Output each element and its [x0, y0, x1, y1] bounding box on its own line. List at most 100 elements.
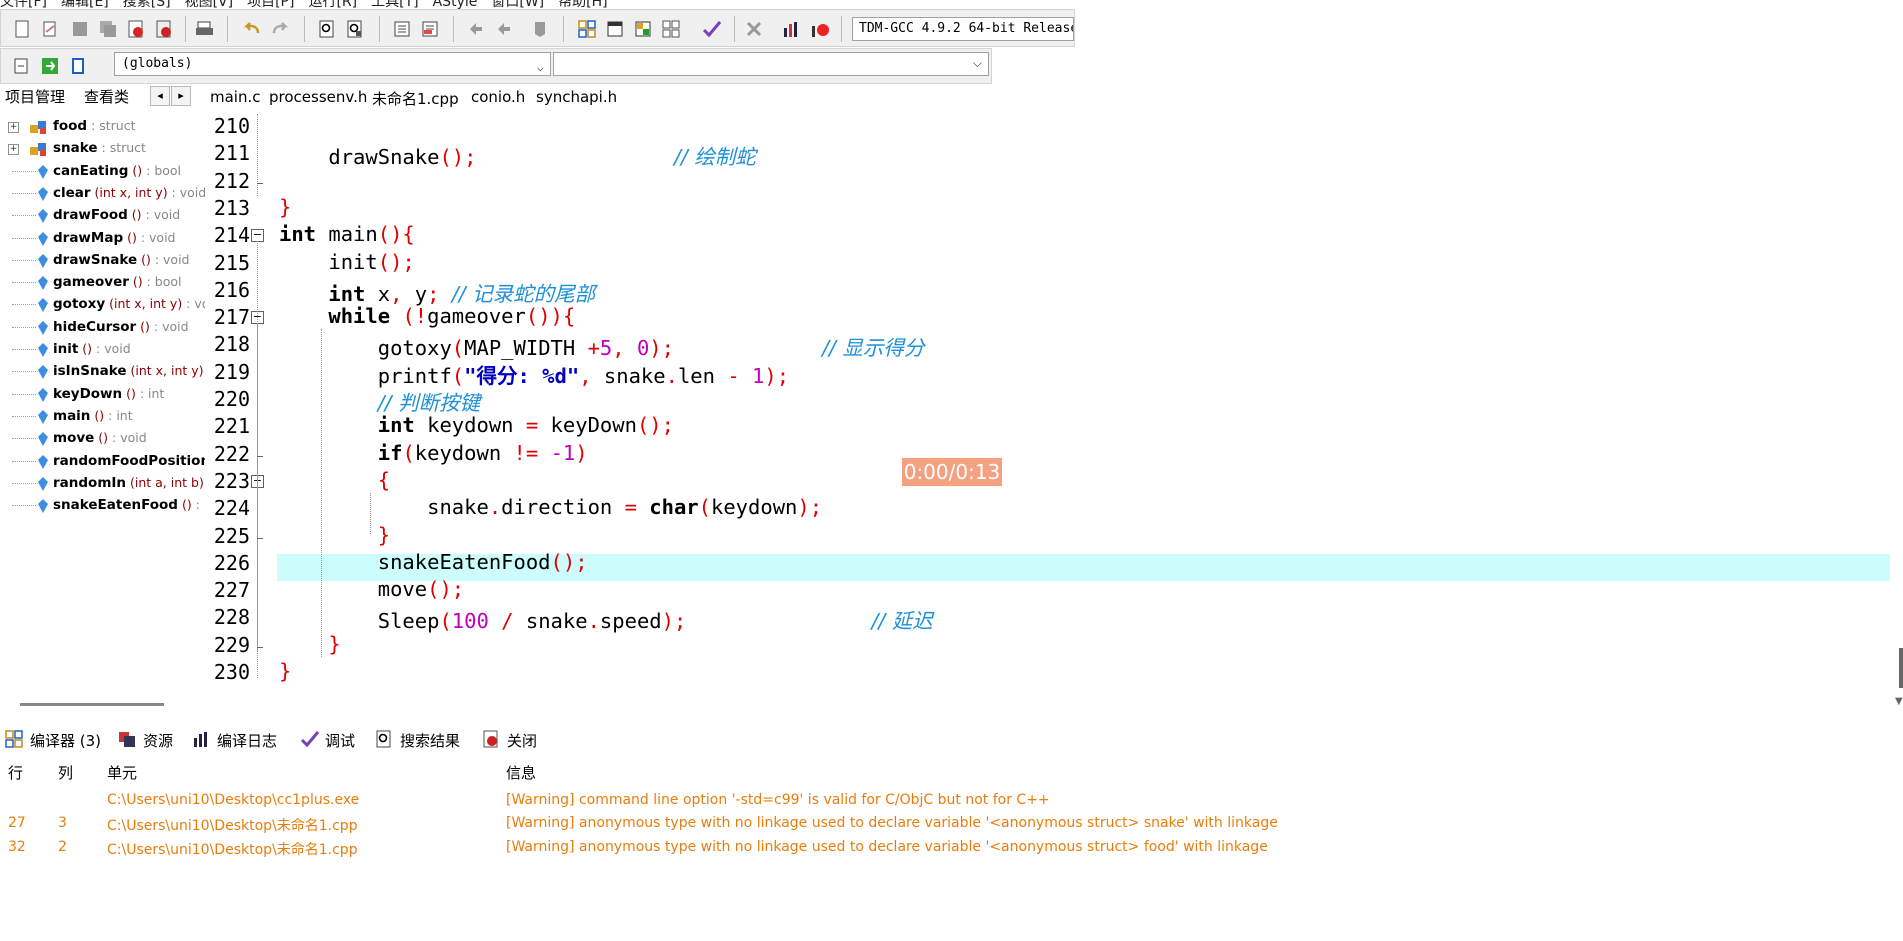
line-number: 226 [213, 550, 250, 575]
header-info: 信息 [506, 764, 537, 782]
stop-icon[interactable] [743, 18, 765, 40]
code-line[interactable]: } [279, 523, 390, 547]
code-token: / [501, 609, 514, 634]
code-token: if [377, 440, 403, 465]
tab-prev-button[interactable]: ◂ [150, 86, 170, 106]
goto-icon[interactable] [39, 55, 61, 77]
new-file-icon[interactable] [11, 18, 33, 40]
code-line[interactable]: gotoxy(MAP_WIDTH +5, 0); // 显示得分 [279, 331, 925, 361]
code-token: gameover [427, 304, 526, 329]
code-line[interactable]: snakeEatenFood(); [279, 550, 588, 574]
code-token: direction [501, 495, 625, 520]
vertical-scrollbar-thumb[interactable] [1899, 648, 1903, 688]
indent-guide [257, 486, 258, 542]
symbol-signature: () [94, 430, 109, 446]
code-token: 1 [752, 363, 765, 388]
code-line[interactable]: int keydown = keyDown(); [279, 413, 674, 437]
table-row[interactable]: 27 3 C:\Users\uni10\Desktop\未命名1.cpp [Wa… [0, 813, 1900, 835]
window-icon[interactable] [604, 18, 626, 40]
tab-processenv-h[interactable]: processenv.h [269, 88, 367, 106]
code-line[interactable]: while (!gameover()){ [279, 304, 575, 328]
function-icon [37, 297, 49, 317]
code-line[interactable]: } [279, 659, 291, 683]
line-number: 227 [213, 578, 250, 603]
replace-icon[interactable] [344, 18, 366, 40]
code-editor[interactable]: 210 211 drawSnake(); // 绘制蛇 212 213} 214 int … [205, 114, 1895, 689]
scroll-down-icon[interactable]: ▼ [1895, 696, 1903, 707]
code-line[interactable]: move(); [279, 577, 464, 601]
tab-class-view[interactable]: 查看类 [84, 86, 129, 107]
code-line[interactable]: int main(){ [279, 222, 415, 246]
symbol-name: keyDown [53, 385, 123, 402]
goto-next-icon[interactable] [493, 18, 515, 40]
compiler-select[interactable]: TDM-GCC 4.9.2 64-bit Release [852, 17, 1074, 41]
code-line[interactable]: drawSnake(); // 绘制蛇 [279, 140, 755, 170]
tiles-icon[interactable] [660, 18, 682, 40]
goto-prev-icon[interactable] [465, 18, 487, 40]
code-token: -1 [550, 440, 576, 465]
left-horizontal-scrollbar[interactable] [20, 703, 164, 706]
tab-project-manager[interactable]: 项目管理 [5, 86, 65, 107]
code-token: } [328, 631, 341, 656]
grid-view-icon[interactable] [576, 18, 598, 40]
open-file-icon[interactable] [39, 18, 61, 40]
code-line[interactable]: Sleep(100 / snake.speed); // 延迟 [279, 604, 933, 634]
indent-icon[interactable] [391, 18, 413, 40]
table-row[interactable]: 32 2 C:\Users\uni10\Desktop\未命名1.cpp [Wa… [0, 837, 1900, 859]
undo-icon[interactable] [241, 18, 263, 40]
table-row[interactable]: C:\Users\uni10\Desktop\cc1plus.exe [Warn… [0, 790, 1900, 812]
tab-main-c[interactable]: main.c [210, 88, 261, 106]
code-line[interactable]: { [279, 468, 390, 492]
function-icon [37, 208, 49, 228]
tab-conio-h[interactable]: conio.h [471, 88, 525, 106]
code-line[interactable]: } [279, 631, 341, 656]
profile-icon[interactable] [809, 18, 831, 40]
tab-next-button[interactable]: ▸ [171, 86, 191, 106]
grid-icon [5, 730, 23, 752]
tree-item-label: food : struct [53, 118, 136, 134]
close-file-icon[interactable] [125, 18, 147, 40]
code-line[interactable]: init(); [279, 250, 414, 274]
bookmark-icon[interactable] [529, 18, 551, 40]
symbol-return-type: : void [141, 207, 181, 223]
member-select[interactable]: ⌵ [553, 52, 989, 76]
tab-untitled1-cpp[interactable]: 未命名1.cpp [372, 88, 459, 109]
expand-icon[interactable]: + [8, 122, 19, 133]
save-icon[interactable] [69, 18, 91, 40]
close-all-icon[interactable] [153, 18, 175, 40]
code-line[interactable]: int x, y; // 记录蛇的尾部 [279, 277, 595, 307]
code-token: snake [279, 495, 489, 520]
code-token: + [587, 336, 600, 361]
insert-icon[interactable] [11, 55, 33, 77]
redo-icon[interactable] [269, 18, 291, 40]
code-line[interactable]: } [279, 195, 291, 219]
chart-icon[interactable] [781, 18, 803, 40]
expand-icon[interactable]: + [8, 144, 19, 156]
tree-connector [12, 282, 36, 284]
function-icon [37, 454, 49, 474]
line-number: 215 [213, 250, 250, 275]
tab-synchapi-h[interactable]: synchapi.h [536, 88, 617, 106]
code-token: (); [636, 413, 674, 438]
unindent-icon[interactable] [419, 18, 441, 40]
code-line[interactable]: printf("得分: %d", snake.len - 1); [279, 359, 789, 389]
symbol-name: isInSnake [53, 363, 127, 380]
check-icon[interactable] [701, 18, 723, 40]
find-icon[interactable] [316, 18, 338, 40]
indent-guide [370, 492, 371, 534]
save-all-icon[interactable] [97, 18, 119, 40]
code-token: move [279, 577, 428, 602]
code-line[interactable]: // 判断按键 [279, 386, 480, 416]
book-icon[interactable] [67, 55, 89, 77]
line-number: 212 [213, 168, 250, 193]
code-line[interactable]: if(keydown != -1) [279, 441, 588, 465]
scope-select[interactable]: (globals) ⌵ [114, 52, 551, 76]
code-token: // 显示得分 [822, 336, 925, 361]
code-line[interactable]: snake.direction = char(keydown); [279, 495, 822, 519]
print-icon[interactable] [194, 18, 216, 40]
tree-item-label: init () : void [53, 341, 131, 357]
code-token: (){ [377, 222, 415, 247]
compile-icon[interactable] [632, 18, 654, 40]
